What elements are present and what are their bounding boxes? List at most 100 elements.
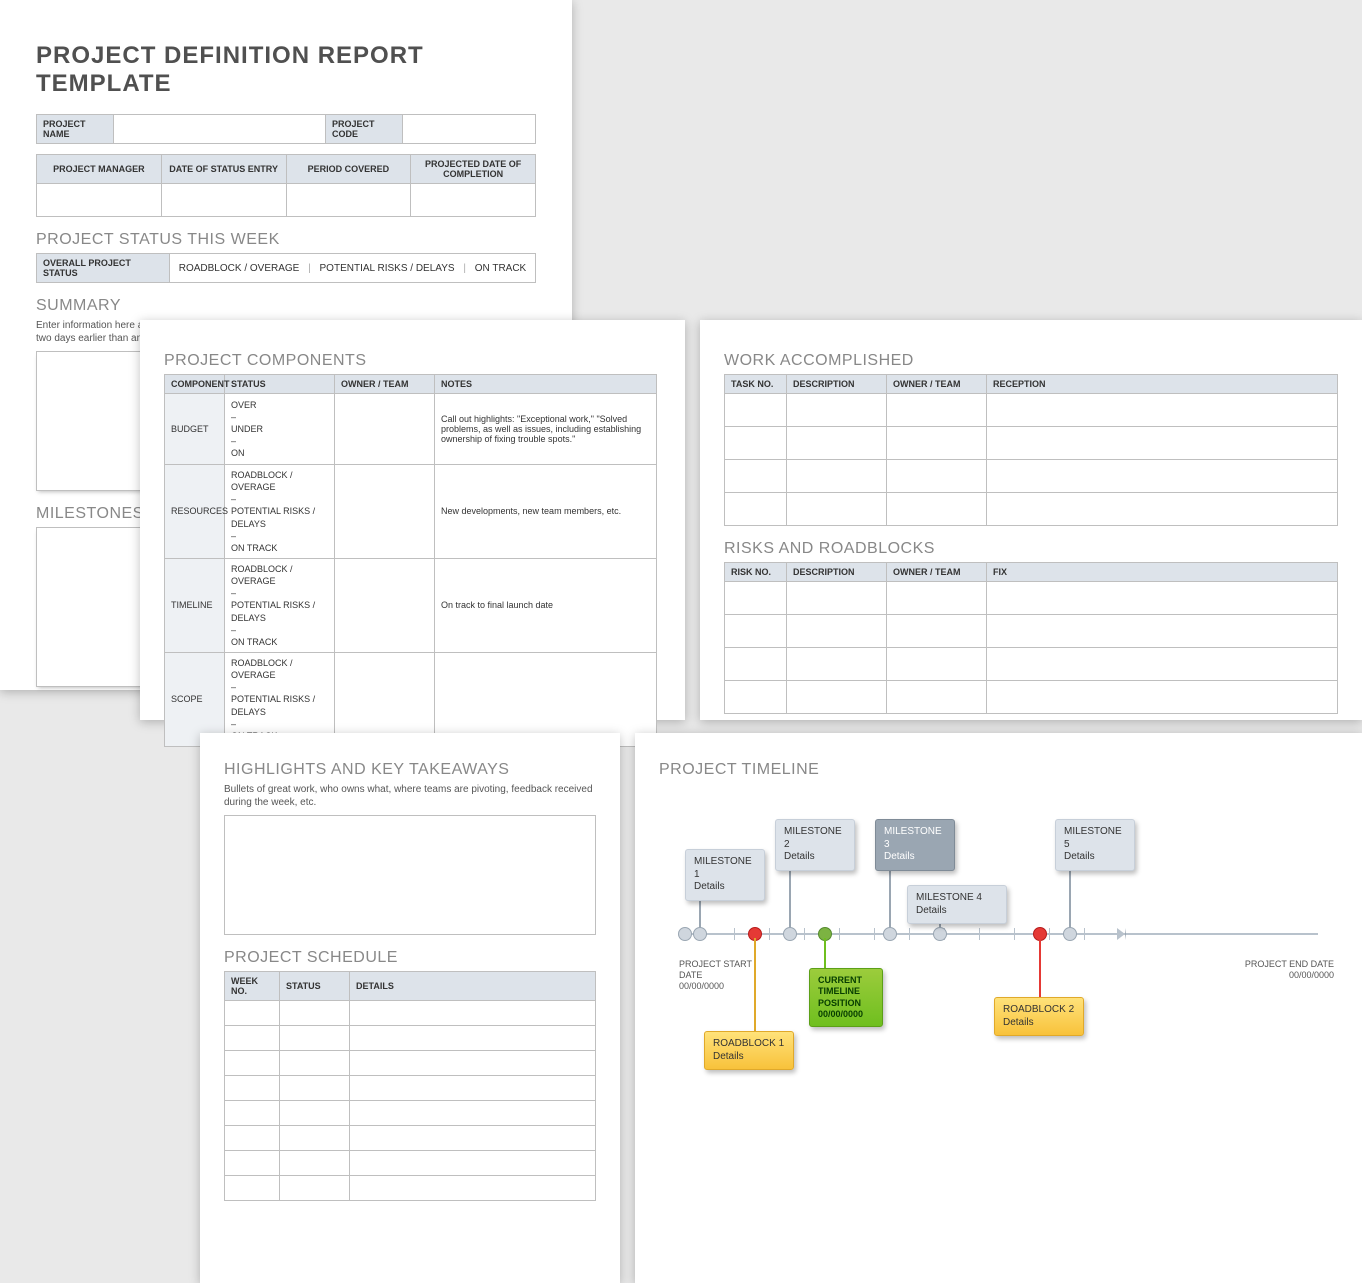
sched-cell[interactable] <box>280 1001 350 1026</box>
timeline-tick <box>734 928 735 940</box>
sched-cell[interactable] <box>280 1051 350 1076</box>
hdr-name-value[interactable] <box>114 115 326 144</box>
work-cell[interactable] <box>725 460 787 493</box>
timeline-tick <box>839 928 840 940</box>
comp-owner[interactable] <box>335 394 435 465</box>
timeline-tick <box>1049 928 1050 940</box>
risk-cell[interactable] <box>987 582 1338 615</box>
cell-projected[interactable] <box>411 184 536 217</box>
sched-cell[interactable] <box>350 1001 596 1026</box>
hdr-code-value[interactable] <box>403 115 536 144</box>
comp-owner[interactable] <box>335 558 435 652</box>
sched-cell[interactable] <box>225 1076 280 1101</box>
timeline-end-arrow <box>1117 928 1126 940</box>
sched-cell[interactable] <box>350 1026 596 1051</box>
sched-cell[interactable] <box>225 1176 280 1201</box>
risk-cell[interactable] <box>725 648 787 681</box>
risk-cell[interactable] <box>787 648 887 681</box>
milestone-title: MILESTONE 3 <box>884 826 946 851</box>
sched-cell[interactable] <box>350 1076 596 1101</box>
work-cell[interactable] <box>987 493 1338 526</box>
work-cell[interactable] <box>725 427 787 460</box>
sched-cell[interactable] <box>280 1176 350 1201</box>
sched-cell[interactable] <box>350 1126 596 1151</box>
milestone-title: MILESTONE 1 <box>694 856 756 881</box>
roadblock-card-2: ROADBLOCK 2 Details <box>994 997 1084 1036</box>
sched-cell[interactable] <box>225 1001 280 1026</box>
work-cell[interactable] <box>787 427 887 460</box>
comp-owner[interactable] <box>335 465 435 559</box>
risk-cell[interactable] <box>725 615 787 648</box>
section-status: PROJECT STATUS THIS WEEK <box>36 231 536 249</box>
risk-cell[interactable] <box>987 681 1338 714</box>
comp-notes[interactable]: Call out highlights: "Exceptional work,"… <box>435 394 657 465</box>
sched-cell[interactable] <box>280 1101 350 1126</box>
sched-cell[interactable] <box>350 1051 596 1076</box>
sched-cell[interactable] <box>225 1151 280 1176</box>
comp-notes[interactable]: On track to final launch date <box>435 558 657 652</box>
risk-cell[interactable] <box>787 681 887 714</box>
sched-cell[interactable] <box>280 1026 350 1051</box>
sched-cell[interactable] <box>225 1101 280 1126</box>
milestone-dot <box>883 927 897 941</box>
current-stem <box>824 938 826 968</box>
comp-row: BUDGET OVER – UNDER – ON Call out highli… <box>165 394 657 465</box>
risk-cell[interactable] <box>887 615 987 648</box>
section-schedule: PROJECT SCHEDULE <box>224 949 596 967</box>
sched-cell[interactable] <box>350 1101 596 1126</box>
work-cell[interactable] <box>887 394 987 427</box>
risk-cell[interactable] <box>887 582 987 615</box>
cell-date[interactable] <box>161 184 286 217</box>
milestone-dot <box>783 927 797 941</box>
sched-cell[interactable] <box>225 1126 280 1151</box>
comp-status[interactable]: OVER – UNDER – ON <box>225 394 335 465</box>
overall-status-options[interactable]: ROADBLOCK / OVERAGE | POTENTIAL RISKS / … <box>170 254 536 283</box>
work-cell[interactable] <box>787 394 887 427</box>
work-cell[interactable] <box>987 460 1338 493</box>
risk-cell[interactable] <box>787 582 887 615</box>
work-cell[interactable] <box>787 460 887 493</box>
work-cell[interactable] <box>787 493 887 526</box>
sched-cell[interactable] <box>350 1176 596 1201</box>
risk-cell[interactable] <box>725 582 787 615</box>
timeline-tick <box>979 928 980 940</box>
risk-cell[interactable] <box>987 648 1338 681</box>
milestone-card-4: MILESTONE 4 Details <box>907 885 1007 924</box>
comp-notes[interactable]: New developments, new team members, etc. <box>435 465 657 559</box>
work-cell[interactable] <box>887 427 987 460</box>
work-cell[interactable] <box>725 493 787 526</box>
col-period: PERIOD COVERED <box>286 155 411 184</box>
status-opt-2: POTENTIAL RISKS / DELAYS <box>320 263 455 274</box>
current-l1: CURRENT <box>818 975 874 986</box>
sched-cell[interactable] <box>225 1051 280 1076</box>
risk-cell[interactable] <box>887 681 987 714</box>
highlights-box[interactable] <box>224 815 596 935</box>
comp-row: RESOURCES ROADBLOCK / OVERAGE – POTENTIA… <box>165 465 657 559</box>
work-cell[interactable] <box>987 427 1338 460</box>
work-cell[interactable] <box>887 493 987 526</box>
hdr-name-label: PROJECT NAME <box>37 115 114 144</box>
sched-cell[interactable] <box>280 1076 350 1101</box>
sched-cell[interactable] <box>280 1151 350 1176</box>
comp-status[interactable]: ROADBLOCK / OVERAGE – POTENTIAL RISKS / … <box>225 558 335 652</box>
work-cell[interactable] <box>887 460 987 493</box>
risk-cell[interactable] <box>887 648 987 681</box>
sched-col-0: WEEK NO. <box>225 972 280 1001</box>
work-cell[interactable] <box>725 394 787 427</box>
work-cell[interactable] <box>987 394 1338 427</box>
risk-cell[interactable] <box>787 615 887 648</box>
current-l4: 00/00/0000 <box>818 1009 874 1020</box>
sched-cell[interactable] <box>280 1126 350 1151</box>
cell-manager[interactable] <box>37 184 162 217</box>
milestone-stem <box>1069 863 1071 933</box>
comp-status[interactable]: ROADBLOCK / OVERAGE – POTENTIAL RISKS / … <box>225 465 335 559</box>
sched-cell[interactable] <box>350 1151 596 1176</box>
risk-col-0: RISK NO. <box>725 563 787 582</box>
roadblock-stem <box>1039 938 1041 998</box>
milestone-dot <box>1063 927 1077 941</box>
sched-cell[interactable] <box>225 1026 280 1051</box>
risk-cell[interactable] <box>725 681 787 714</box>
milestone-detail: Details <box>1064 851 1126 864</box>
risk-cell[interactable] <box>987 615 1338 648</box>
cell-period[interactable] <box>286 184 411 217</box>
